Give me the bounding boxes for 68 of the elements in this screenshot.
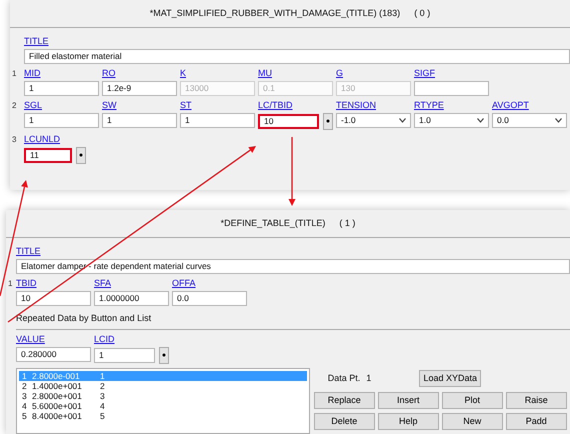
dropdown-field[interactable]: 1.0	[414, 113, 489, 128]
input-field[interactable]: 1	[94, 348, 155, 362]
field-label-link[interactable]: LCUNLD	[24, 134, 86, 145]
field-label-link[interactable]: TITLE	[24, 36, 49, 47]
field-label-link[interactable]: AVGOPT	[492, 100, 567, 111]
input-field[interactable]: 1.2e-9	[102, 81, 177, 96]
field-label-link[interactable]: TBID	[16, 278, 91, 289]
list-item[interactable]: 5 8.4000e+001 5	[19, 410, 307, 420]
dropdown-value: -1.0	[341, 114, 356, 127]
field-label-link[interactable]: OFFA	[172, 278, 247, 289]
panel-title: *DEFINE_TABLE_(TITLE)	[220, 216, 326, 230]
field-label-link[interactable]: RO	[102, 68, 177, 79]
list-item[interactable]: 2 1.4000e+001 2	[19, 380, 307, 390]
field-label-link[interactable]: SW	[102, 100, 177, 111]
input-field[interactable]: 1	[24, 113, 99, 128]
input-field[interactable]: 11	[24, 148, 72, 163]
row-number: 1	[8, 278, 14, 290]
caret-icon	[555, 118, 562, 123]
caret-icon	[477, 118, 484, 123]
field-label-link[interactable]: VALUE	[16, 334, 91, 344]
panel-title: *MAT_SIMPLIFIED_RUBBER_WITH_DAMAGE_(TITLE) (183)	[150, 6, 400, 20]
action-button[interactable]: Plot	[442, 392, 503, 408]
row-number: 3	[12, 134, 18, 146]
field-label-link[interactable]: ST	[180, 100, 255, 111]
dropdown-field[interactable]: 0.0	[492, 113, 567, 128]
title-field[interactable]: Filled elastomer material	[24, 49, 570, 64]
action-button[interactable]: Insert	[378, 392, 439, 408]
list-item[interactable]: 3 2.8000e+001 3	[19, 390, 307, 400]
input-field[interactable]: 0.0	[172, 291, 247, 306]
action-button[interactable]: Padd	[506, 412, 567, 430]
input-field[interactable]: 10	[258, 114, 319, 129]
input-field[interactable]: 1	[102, 113, 177, 128]
action-button[interactable]: Replace	[314, 392, 375, 408]
caret-icon	[399, 118, 406, 123]
field-label-link[interactable]: TITLE	[16, 246, 41, 257]
data-point-label: Data Pt.	[328, 372, 360, 385]
panel-count: ( 1 )	[339, 216, 356, 230]
arrow	[288, 137, 296, 206]
action-button[interactable]: Help	[378, 412, 439, 430]
field-label-link[interactable]: SFA	[94, 278, 169, 289]
field-label-link[interactable]: LC/TBID	[258, 100, 333, 111]
load-data-button[interactable]: Load XYData	[419, 370, 482, 387]
dropdown-field[interactable]: -1.0	[336, 113, 411, 128]
row-number: 1	[12, 68, 18, 80]
input-field[interactable]: 0.280000	[16, 346, 91, 362]
list-item[interactable]: 4 5.6000e+001 4	[19, 400, 307, 410]
input-field[interactable]: 1.0000000	[94, 291, 169, 306]
input-field[interactable]: 1	[24, 81, 99, 96]
field-label-link[interactable]: SGL	[24, 100, 99, 111]
field-label-link[interactable]: MID	[24, 68, 99, 79]
row-number: 2	[12, 100, 18, 112]
action-button[interactable]: New	[442, 412, 503, 430]
field-label-link[interactable]: LCID	[94, 334, 169, 344]
data-list[interactable]: 1 2.8000e-001 1 2 1.4000e+001 2 3 2.8000e+001 3 4 5.6000e+001 4 5 8.4000e+001 5	[16, 368, 310, 434]
input-field[interactable]	[414, 81, 489, 96]
section-heading: Repeated Data by Button and List	[16, 313, 152, 323]
action-button[interactable]: Delete	[314, 412, 375, 430]
field-label-link[interactable]: RTYPE	[414, 100, 489, 111]
title-field[interactable]: Elatomer damper - rate dependent material curves	[16, 259, 570, 274]
panel-count: ( 0 )	[414, 6, 430, 20]
data-point-value: 1	[366, 372, 372, 385]
dropdown-value: 0.0	[497, 114, 509, 127]
input-field[interactable]: 10	[16, 291, 91, 306]
field-label-link[interactable]: TENSION	[336, 100, 411, 111]
field-label-link[interactable]: SIGF	[414, 68, 489, 79]
action-button[interactable]: Raise	[506, 392, 567, 408]
dropdown-value: 1.0	[419, 114, 431, 127]
input-field[interactable]: 1	[180, 113, 255, 128]
